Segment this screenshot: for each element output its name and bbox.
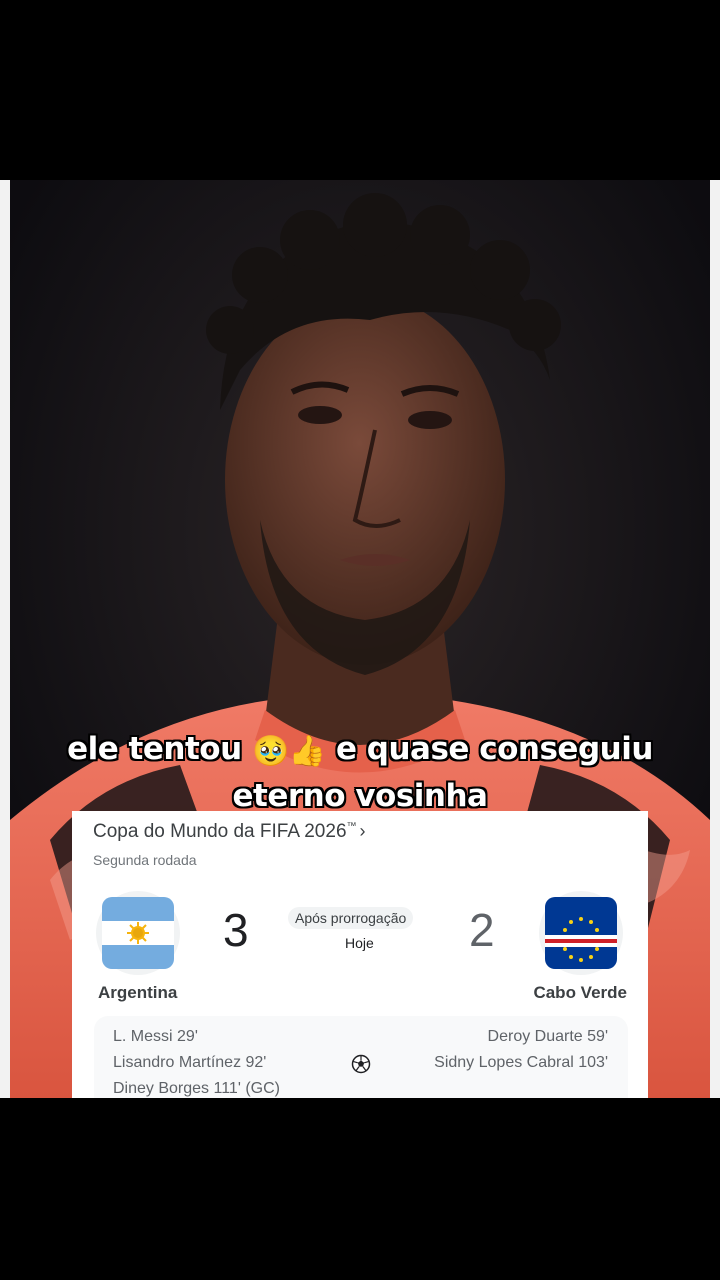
bottom-letterbox [0,1098,720,1280]
cape-verde-team-logo[interactable] [539,891,623,975]
away-team-name[interactable]: Cabo Verde [533,983,627,1003]
home-scorer: Diney Borges 111' (GC) [113,1080,280,1097]
away-scorer: Sidny Lopes Cabral 103' [434,1054,608,1071]
match-date: Hoje [345,935,374,951]
match-result-card: Copa do Mundo da FIFA 2026™ › Segunda rod… [72,811,648,1109]
home-scorer: Lisandro Martínez 92' [113,1054,267,1071]
pleading-face-emoji: 🥹 [251,734,289,769]
caption-text-start: ele tentou [67,731,242,767]
argentina-team-logo[interactable] [96,891,180,975]
competition-link[interactable]: Copa do Mundo da FIFA 2026™ › [93,821,366,843]
trademark-symbol: ™ [346,821,357,832]
right-border [710,180,720,1098]
top-letterbox [0,0,720,180]
home-team-name[interactable]: Argentina [98,983,177,1003]
match-status-badge: Após prorrogação [288,907,414,929]
away-scorer: Deroy Duarte 59' [487,1028,608,1045]
round-label: Segunda rodada [93,852,197,868]
thumbs-up-emoji: 👍 [288,734,326,769]
goal-scorers-panel: L. Messi 29' Lisandro Martínez 92' Diney… [94,1016,628,1109]
home-scorer: L. Messi 29' [113,1028,198,1045]
caption-text-end: e quase conseguiu [335,731,653,767]
soccer-ball-icon [351,1054,371,1074]
chevron-right-icon: › [359,821,366,841]
competition-name: Copa do Mundo da FIFA 2026 [93,821,347,842]
left-border [0,180,10,1098]
argentina-flag-icon [102,897,174,969]
video-caption: ele tentou 🥹👍 e quase conseguiu eterno v… [0,727,720,818]
caption-line-1: ele tentou 🥹👍 e quase conseguiu [0,727,720,774]
cape-verde-flag-icon [545,897,617,969]
home-score: 3 [223,904,249,956]
away-score: 2 [469,904,495,956]
